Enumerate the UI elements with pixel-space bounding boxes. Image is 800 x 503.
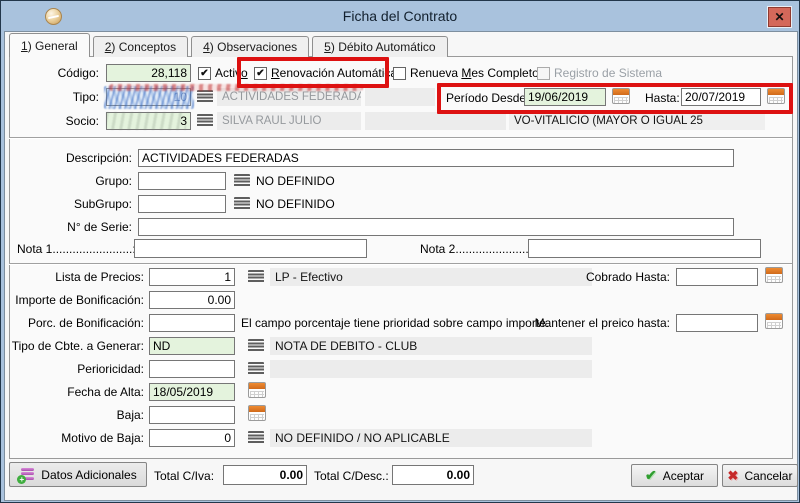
close-icon[interactable]: ✕ xyxy=(768,7,791,27)
porc-bonif-field[interactable] xyxy=(149,314,235,332)
mantener-precio-field[interactable] xyxy=(676,314,758,332)
lista-precios-lookup-icon[interactable] xyxy=(248,270,264,283)
redaction-scribble-socio xyxy=(106,112,186,130)
calendar-icon[interactable] xyxy=(248,382,266,398)
aceptar-button[interactable]: ✔ Aceptar xyxy=(631,464,718,487)
calendar-icon[interactable] xyxy=(765,313,783,329)
tipo-cbte-field[interactable]: ND xyxy=(149,337,235,355)
codigo-field[interactable]: 28,118 xyxy=(106,64,191,82)
motivo-baja-field[interactable]: 0 xyxy=(149,429,235,447)
cobrado-hasta-field[interactable] xyxy=(676,268,758,286)
perioricidad-display xyxy=(270,360,592,378)
subgrupo-lookup-icon[interactable] xyxy=(234,197,250,210)
nota2-field[interactable] xyxy=(528,239,761,258)
grupo-field[interactable] xyxy=(138,172,226,190)
checkbox-registro-box xyxy=(537,67,550,80)
total-iva-field: 0.00 xyxy=(223,465,307,485)
tipo-cbte-label: Tipo de Cbte. a Generar: xyxy=(12,339,144,353)
x-icon: ✖ xyxy=(728,468,739,484)
grupo-label: Grupo: xyxy=(95,174,132,188)
total-iva-label: Total C/Iva: xyxy=(154,469,214,483)
tipo-lookup-icon[interactable] xyxy=(197,90,213,103)
checkbox-activo-box: ✔ xyxy=(198,67,211,80)
annotation-rect-renovacion xyxy=(237,57,389,88)
cancelar-button[interactable]: ✖ Cancelar xyxy=(722,464,798,487)
codigo-label: Código: xyxy=(58,66,99,80)
tab-conceptos[interactable]: 2) Conceptos xyxy=(93,36,188,57)
importe-bonif-field[interactable]: 0.00 xyxy=(149,291,235,309)
database-add-icon: + xyxy=(19,468,35,482)
annotation-rect-periodo xyxy=(437,83,793,114)
tipo-extra-bar xyxy=(365,88,435,106)
checkbox-renueva-box xyxy=(393,67,406,80)
nota1-label: Nota 1........................: xyxy=(17,242,136,256)
total-desc-label: Total C/Desc.: xyxy=(314,469,389,483)
descripcion-field[interactable]: ACTIVIDADES FEDERADAS xyxy=(138,149,734,167)
motivo-baja-label: Motivo de Baja: xyxy=(61,431,144,445)
lista-precios-display: LP - Efectivo xyxy=(270,268,592,286)
grupo-lookup-icon[interactable] xyxy=(234,174,250,187)
serie-label: N° de Serie: xyxy=(67,220,132,234)
importe-bonif-label: Importe de Bonificación: xyxy=(15,293,144,307)
tab-strip: 1) General 2) Conceptos 4) Observaciones… xyxy=(9,33,448,57)
perioricidad-field[interactable] xyxy=(149,360,235,378)
checkbox-registro-de-sistema: Registro de Sistema xyxy=(537,65,662,81)
separator xyxy=(9,263,792,265)
total-desc-field: 0.00 xyxy=(392,465,474,485)
dialog-ficha-del-contrato: Ficha del Contrato ✕ 1) General 2) Conce… xyxy=(0,0,800,503)
socio-label: Socio: xyxy=(66,114,99,128)
cobrado-hasta-label: Cobrado Hasta: xyxy=(586,270,670,284)
check-icon: ✔ xyxy=(645,467,657,484)
nota1-field[interactable] xyxy=(134,239,367,258)
tab-debito-automatico[interactable]: 5) Débito Automático xyxy=(312,36,447,57)
porc-bonif-label: Porc. de Bonificación: xyxy=(28,316,144,330)
grupo-display: NO DEFINIDO xyxy=(256,174,335,188)
nota2-label: Nota 2.......................: xyxy=(420,242,535,256)
tipo-label: Tipo: xyxy=(73,90,99,104)
socio-categoria-bar: VO-VITALICIO (MAYOR O IGUAL 25 xyxy=(509,112,765,130)
baja-field[interactable] xyxy=(149,406,235,424)
socio-extra-bar xyxy=(365,112,506,130)
separator xyxy=(9,137,792,139)
tipo-cbte-lookup-icon[interactable] xyxy=(248,339,264,352)
dialog-title: Ficha del Contrato xyxy=(1,8,799,24)
tab-general[interactable]: 1) General xyxy=(9,33,90,57)
subgrupo-field[interactable] xyxy=(138,195,226,213)
datos-adicionales-button[interactable]: + Datos Adicionales xyxy=(9,462,147,487)
perioricidad-label: Perioricidad: xyxy=(77,362,144,376)
baja-label: Baja: xyxy=(117,408,144,422)
porc-bonif-hint: El campo porcentaje tiene prioridad sobr… xyxy=(241,316,549,330)
mantener-precio-label: Mantener el preico hasta: xyxy=(535,316,670,330)
subgrupo-display: NO DEFINIDO xyxy=(256,197,335,211)
titlebar: Ficha del Contrato ✕ xyxy=(1,1,799,31)
calendar-icon[interactable] xyxy=(248,405,266,421)
descripcion-label: Descripción: xyxy=(66,151,132,165)
serie-field[interactable] xyxy=(138,218,734,236)
motivo-baja-display: NO DEFINIDO / NO APLICABLE xyxy=(270,429,592,447)
tipo-cbte-display: NOTA DE DEBITO - CLUB xyxy=(270,337,592,355)
lista-precios-label: Lista de Precios: xyxy=(55,270,144,284)
fecha-alta-field[interactable]: 18/05/2019 xyxy=(149,383,235,401)
checkbox-renueva-mes-completo[interactable]: Renueva Mes Completo xyxy=(393,65,539,81)
fecha-alta-label: Fecha de Alta: xyxy=(67,385,144,399)
subgrupo-label: SubGrupo: xyxy=(74,197,132,211)
socio-nombre-bar: SILVA RAUL JULIO xyxy=(217,112,361,130)
lista-precios-field[interactable]: 1 xyxy=(149,268,235,286)
perioricidad-lookup-icon[interactable] xyxy=(248,362,264,375)
socio-lookup-icon[interactable] xyxy=(197,114,213,127)
calendar-icon[interactable] xyxy=(765,267,783,283)
tab-observaciones[interactable]: 4) Observaciones xyxy=(191,36,309,57)
motivo-baja-lookup-icon[interactable] xyxy=(248,431,264,444)
